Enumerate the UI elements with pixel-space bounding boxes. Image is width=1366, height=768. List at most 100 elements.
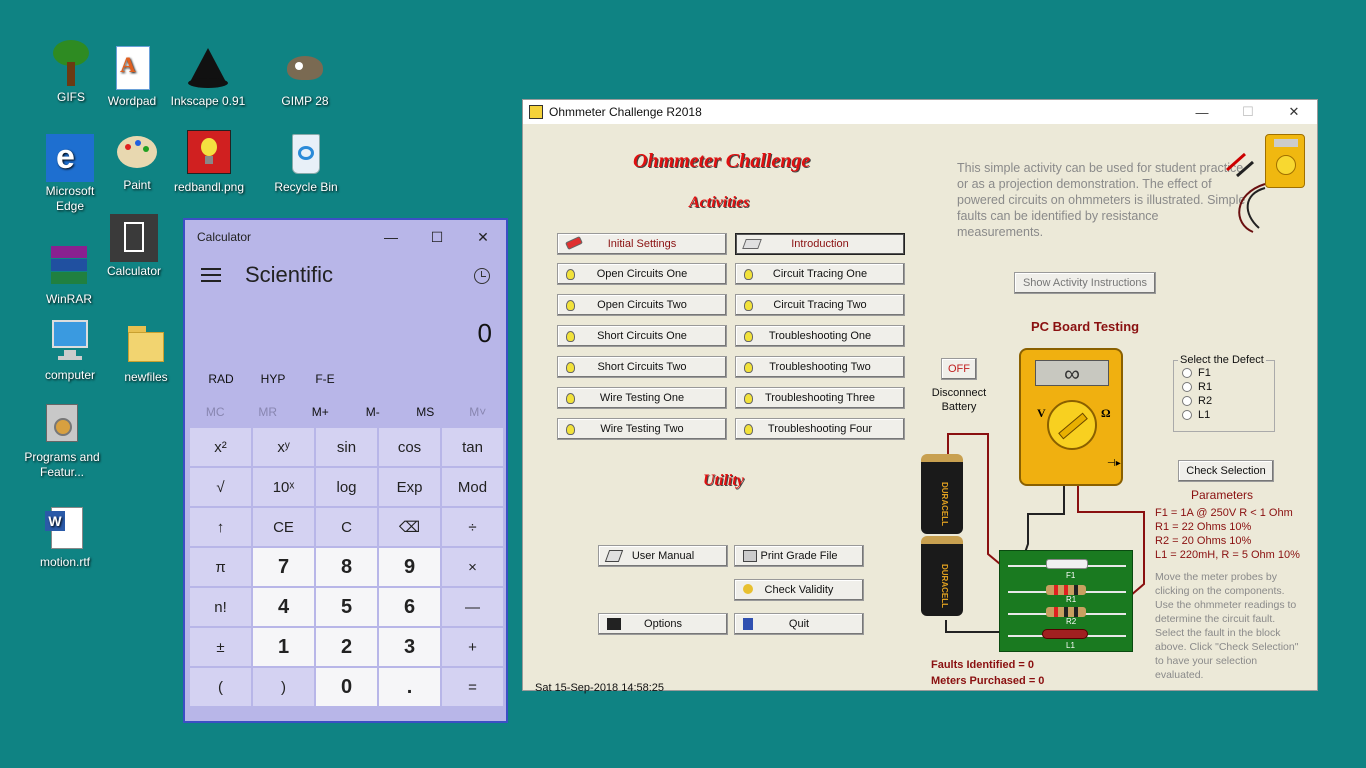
desktop-icon-computer[interactable]: computer bbox=[30, 318, 110, 383]
activity-button-introduction[interactable]: Introduction bbox=[735, 233, 905, 255]
hyp-button[interactable]: HYP bbox=[247, 372, 299, 386]
desktop-icon-paint[interactable]: Paint bbox=[97, 128, 177, 193]
maximize-button[interactable]: ☐ bbox=[414, 220, 460, 254]
ohmmeter-titlebar[interactable]: Ohmmeter Challenge R2018 — ☐ ✕ bbox=[523, 100, 1317, 124]
activity-button-open-circuits-two[interactable]: Open Circuits Two bbox=[557, 294, 727, 316]
options-button[interactable]: Options bbox=[598, 613, 728, 635]
calc-key-shift[interactable]: ↑ bbox=[190, 508, 251, 546]
desktop-icon-recycle-bin[interactable]: Recycle Bin bbox=[266, 130, 346, 195]
check-selection-button[interactable]: Check Selection bbox=[1178, 460, 1274, 482]
calc-key-tan[interactable]: tan bbox=[442, 428, 503, 466]
desktop-icon-wordpad[interactable]: A Wordpad bbox=[92, 44, 172, 109]
activity-button-short-circuits-two[interactable]: Short Circuits Two bbox=[557, 356, 727, 378]
calc-key-pi[interactable]: π bbox=[190, 548, 251, 586]
off-button[interactable]: OFF bbox=[941, 358, 977, 380]
calc-key-exp[interactable]: Exp bbox=[379, 468, 440, 506]
desktop-icon-programs[interactable]: Programs and Featur... bbox=[22, 400, 102, 480]
calc-key-open-paren[interactable]: ( bbox=[190, 668, 251, 706]
calc-key-square[interactable]: x² bbox=[190, 428, 251, 466]
memory-store-button[interactable]: MS bbox=[399, 405, 452, 419]
calc-key-cos[interactable]: cos bbox=[379, 428, 440, 466]
desktop-icon-redbandl[interactable]: redbandl.png bbox=[169, 130, 249, 195]
activity-button-wire-testing-two[interactable]: Wire Testing Two bbox=[557, 418, 727, 440]
hamburger-menu-icon[interactable] bbox=[201, 268, 221, 286]
calc-key-digit-4[interactable]: 4 bbox=[253, 588, 314, 626]
resistor-r2[interactable] bbox=[1046, 607, 1086, 617]
calc-key-digit-3[interactable]: 3 bbox=[379, 628, 440, 666]
calc-key-digit-6[interactable]: 6 bbox=[379, 588, 440, 626]
ohmmeter-window: Ohmmeter Challenge R2018 — ☐ ✕ Ohmmeter … bbox=[522, 99, 1318, 694]
calc-key-subtract[interactable]: — bbox=[442, 588, 503, 626]
close-button[interactable]: ✕ bbox=[460, 220, 506, 254]
calc-key-sin[interactable]: sin bbox=[316, 428, 377, 466]
defect-radio-f1[interactable]: F1 bbox=[1178, 366, 1270, 380]
defect-radio-l1[interactable]: L1 bbox=[1178, 408, 1270, 422]
activity-button-short-circuits-one[interactable]: Short Circuits One bbox=[557, 325, 727, 347]
memory-recall-button[interactable]: MR bbox=[242, 405, 295, 419]
calc-key-clear-entry[interactable]: CE bbox=[253, 508, 314, 546]
activity-button-open-circuits-one[interactable]: Open Circuits One bbox=[557, 263, 727, 285]
defect-radio-r2[interactable]: R2 bbox=[1178, 394, 1270, 408]
memory-list-button[interactable]: M˅ bbox=[452, 405, 505, 419]
history-icon[interactable] bbox=[474, 268, 490, 284]
desktop-icon-calculator[interactable]: Calculator bbox=[94, 214, 174, 279]
calculator-titlebar[interactable]: Calculator — ☐ ✕ bbox=[185, 220, 506, 254]
calc-key-digit-1[interactable]: 1 bbox=[253, 628, 314, 666]
minimize-button[interactable]: — bbox=[1179, 100, 1225, 124]
calc-key-divide[interactable]: ÷ bbox=[442, 508, 503, 546]
calc-key-digit-5[interactable]: 5 bbox=[316, 588, 377, 626]
calc-key-backspace[interactable]: ⌫ bbox=[379, 508, 440, 546]
meter-readout: ∞ bbox=[1035, 360, 1109, 386]
calc-key-digit-2[interactable]: 2 bbox=[316, 628, 377, 666]
calc-key-power[interactable]: xʸ bbox=[253, 428, 314, 466]
fuse-f1[interactable] bbox=[1046, 559, 1088, 569]
activity-button-troubleshooting-two[interactable]: Troubleshooting Two bbox=[735, 356, 905, 378]
desktop-icon-inkscape[interactable]: Inkscape 0.91 bbox=[168, 44, 248, 109]
calc-key-mod[interactable]: Mod bbox=[442, 468, 503, 506]
activity-button-troubleshooting-four[interactable]: Troubleshooting Four bbox=[735, 418, 905, 440]
check-validity-button[interactable]: Check Validity bbox=[734, 579, 864, 601]
calc-key-decimal[interactable]: . bbox=[379, 668, 440, 706]
maximize-button[interactable]: ☐ bbox=[1225, 100, 1271, 124]
calc-key-clear[interactable]: C bbox=[316, 508, 377, 546]
memory-subtract-button[interactable]: M- bbox=[347, 405, 400, 419]
close-button[interactable]: ✕ bbox=[1271, 100, 1317, 124]
calc-key-negate[interactable]: ± bbox=[190, 628, 251, 666]
pc-board[interactable]: F1 R1 R2 L1 bbox=[999, 550, 1133, 652]
calc-key-add[interactable]: + bbox=[442, 628, 503, 666]
quit-button[interactable]: Quit bbox=[734, 613, 864, 635]
show-activity-instructions-button[interactable]: Show Activity Instructions bbox=[1014, 272, 1156, 294]
desktop-icon-motion-rtf[interactable]: W motion.rtf bbox=[25, 505, 105, 570]
rad-button[interactable]: RAD bbox=[195, 372, 247, 386]
activity-button-circuit-tracing-one[interactable]: Circuit Tracing One bbox=[735, 263, 905, 285]
calc-key-close-paren[interactable]: ) bbox=[253, 668, 314, 706]
calc-key-equals[interactable]: = bbox=[442, 668, 503, 706]
fe-button[interactable]: F-E bbox=[299, 372, 351, 386]
calc-key-log[interactable]: log bbox=[316, 468, 377, 506]
calc-key-multiply[interactable]: × bbox=[442, 548, 503, 586]
activity-button-circuit-tracing-two[interactable]: Circuit Tracing Two bbox=[735, 294, 905, 316]
resistor-r1[interactable] bbox=[1046, 585, 1086, 595]
calc-key-digit-9[interactable]: 9 bbox=[379, 548, 440, 586]
defect-radio-r1[interactable]: R1 bbox=[1178, 380, 1270, 394]
calc-key-square-root[interactable]: √ bbox=[190, 468, 251, 506]
memory-clear-button[interactable]: MC bbox=[189, 405, 242, 419]
calc-key-ten-power[interactable]: 10ˣ bbox=[253, 468, 314, 506]
calc-key-digit-7[interactable]: 7 bbox=[253, 548, 314, 586]
desktop-icon-gimp[interactable]: GIMP 28 bbox=[265, 44, 345, 109]
activity-button-wire-testing-one[interactable]: Wire Testing One bbox=[557, 387, 727, 409]
desktop-icon-label: GIMP 28 bbox=[281, 94, 329, 108]
activity-button-initial-settings[interactable]: Initial Settings bbox=[557, 233, 727, 255]
print-grade-file-button[interactable]: Print Grade File bbox=[734, 545, 864, 567]
user-manual-button[interactable]: User Manual bbox=[598, 545, 728, 567]
minimize-button[interactable]: — bbox=[368, 220, 414, 254]
activity-button-troubleshooting-one[interactable]: Troubleshooting One bbox=[735, 325, 905, 347]
memory-add-button[interactable]: M+ bbox=[294, 405, 347, 419]
inductor-l1[interactable] bbox=[1042, 629, 1088, 639]
lightbulb-icon bbox=[744, 424, 753, 435]
calc-key-digit-8[interactable]: 8 bbox=[316, 548, 377, 586]
desktop-icon-newfiles[interactable]: newfiles bbox=[106, 320, 186, 385]
calc-key-digit-0[interactable]: 0 bbox=[316, 668, 377, 706]
activity-button-troubleshooting-three[interactable]: Troubleshooting Three bbox=[735, 387, 905, 409]
calc-key-factorial[interactable]: n! bbox=[190, 588, 251, 626]
